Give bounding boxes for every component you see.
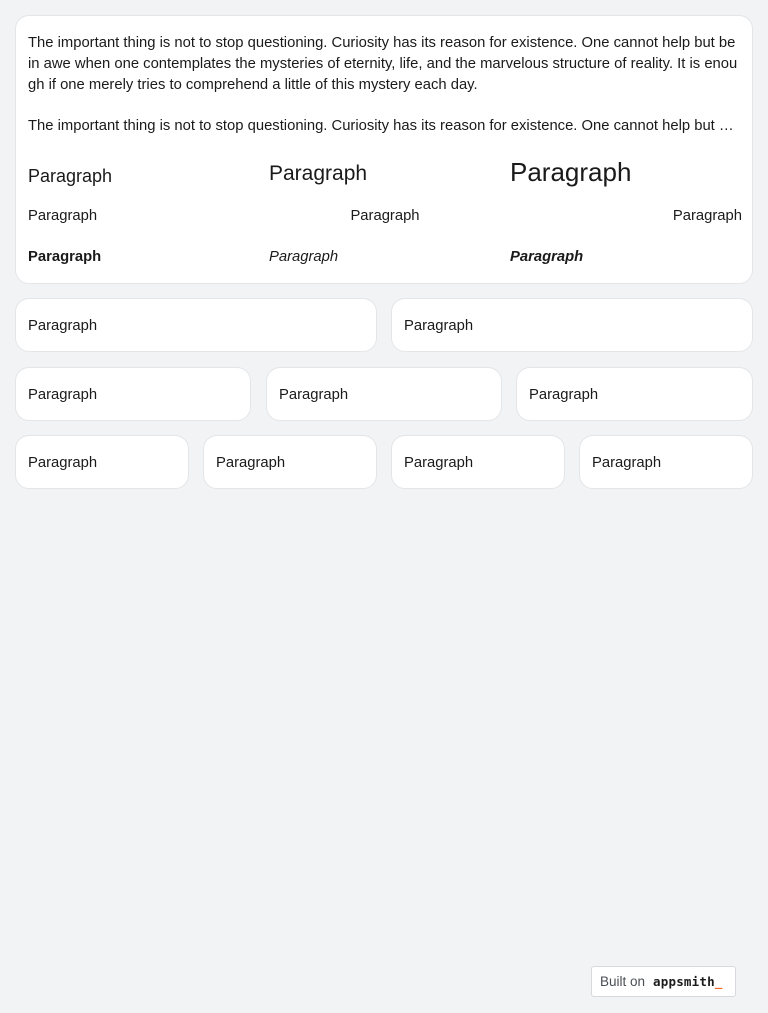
paragraph-card: Paragraph [579, 435, 753, 489]
built-on-appsmith-badge[interactable]: Built on appsmith _ [591, 966, 736, 997]
alignment-row: Paragraph Paragraph Paragraph [28, 206, 742, 226]
paragraph-card: Paragraph [516, 367, 753, 421]
text-showcase-card: The important thing is not to stop quest… [15, 15, 753, 284]
paragraph-italic: Paragraph [269, 249, 339, 265]
paragraph-align-left: Paragraph [28, 208, 98, 224]
built-on-label: Built on [600, 974, 646, 989]
paragraph-large: Paragraph [510, 157, 632, 187]
paragraph-text: Paragraph [28, 455, 98, 471]
paragraph-text: Paragraph [279, 387, 349, 403]
paragraph-card: Paragraph [15, 367, 251, 421]
paragraph-text: Paragraph [28, 318, 98, 334]
paragraph-card: Paragraph [391, 298, 753, 352]
paragraph-align-right: Paragraph [672, 208, 742, 224]
paragraph-text: Paragraph [216, 455, 286, 471]
truncated-paragraph: The important thing is not to stop quest… [28, 118, 738, 134]
paragraph-text: Paragraph [592, 455, 662, 471]
paragraph-text: Paragraph [404, 455, 474, 471]
font-style-row: Paragraph Paragraph Paragraph [28, 247, 742, 267]
paragraph-bold: Paragraph [28, 249, 102, 265]
appsmith-logo-cursor: _ [714, 974, 723, 989]
paragraph-medium: Paragraph [269, 162, 368, 185]
paragraph-bold-italic: Paragraph [510, 249, 584, 265]
paragraph-text: Paragraph [404, 318, 474, 334]
paragraph-small: Paragraph [28, 166, 113, 186]
paragraph-align-center: Paragraph [350, 208, 420, 224]
long-paragraph: The important thing is not to stop quest… [28, 35, 738, 93]
font-size-row: Paragraph Paragraph Paragraph [28, 156, 742, 188]
paragraph-text: Paragraph [28, 387, 98, 403]
app-canvas: The important thing is not to stop quest… [0, 0, 768, 1013]
paragraph-card: Paragraph [391, 435, 565, 489]
paragraph-card: Paragraph [15, 298, 377, 352]
paragraph-text: Paragraph [529, 387, 599, 403]
paragraph-card: Paragraph [266, 367, 502, 421]
paragraph-card: Paragraph [203, 435, 377, 489]
paragraph-card: Paragraph [15, 435, 189, 489]
appsmith-logo-text: appsmith [653, 974, 715, 989]
